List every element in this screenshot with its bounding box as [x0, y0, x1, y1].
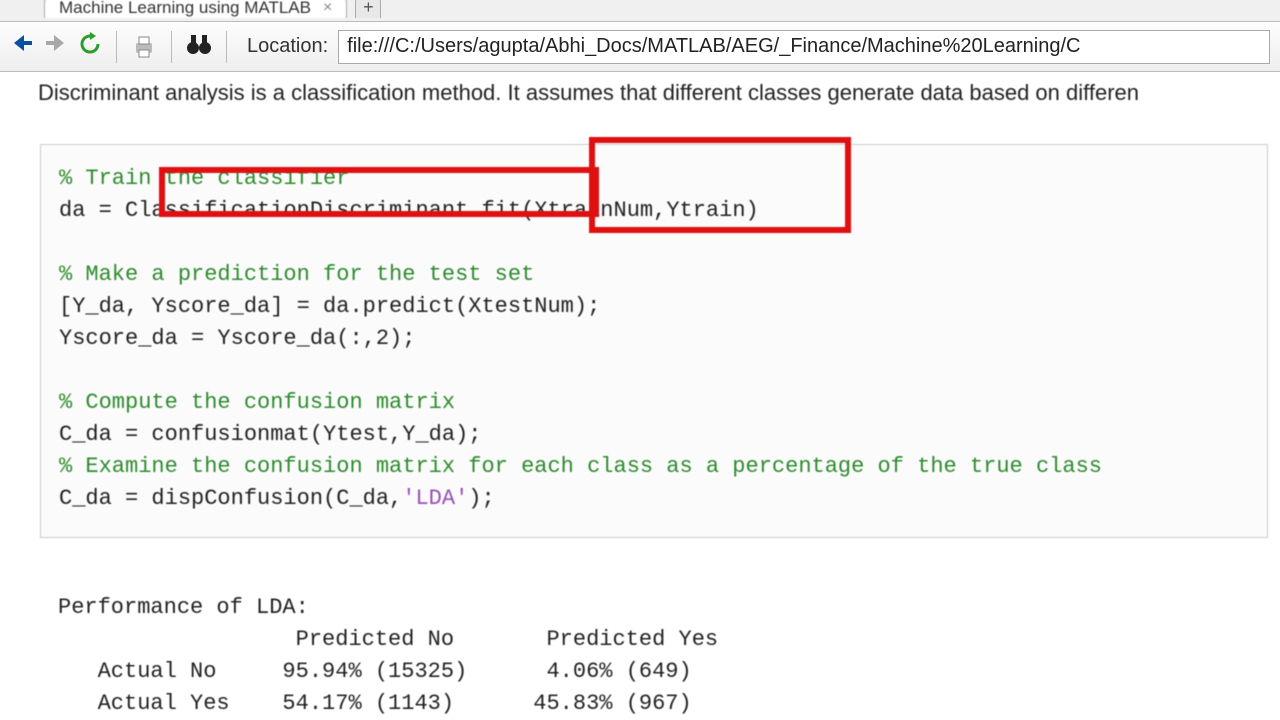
output-block: Performance of LDA: Predicted No Predict…	[58, 592, 1280, 720]
code-line: [Y_da, Yscore_da] = da.predict(XtestNum)…	[59, 291, 1249, 323]
browser-tab[interactable]: Machine Learning using MATLAB ×	[44, 0, 347, 18]
output-header: Predicted No Predicted Yes	[58, 627, 718, 652]
arrow-left-icon	[10, 31, 34, 55]
find-button[interactable]	[186, 33, 212, 61]
output-row: Actual No 95.94% (15325) 4.06% (649)	[58, 659, 692, 684]
code-text: C_da = dispConfusion(C_da,	[59, 486, 402, 511]
print-icon	[131, 34, 157, 60]
back-button[interactable]	[10, 31, 34, 62]
forward-button[interactable]	[44, 31, 68, 62]
tab-title: Machine Learning using MATLAB	[59, 0, 311, 18]
code-text: );	[468, 486, 494, 511]
separator	[116, 31, 117, 63]
close-icon[interactable]: ×	[323, 0, 332, 17]
code-comment: % Examine the confusion matrix for each …	[59, 454, 1102, 479]
print-button[interactable]	[131, 34, 157, 60]
reload-button[interactable]	[78, 32, 102, 62]
intro-paragraph: Discriminant analysis is a classificatio…	[0, 72, 1280, 106]
highlight-box-1	[159, 167, 599, 217]
code-comment: % Make a prediction for the test set	[59, 262, 534, 287]
output-title: Performance of LDA:	[58, 595, 309, 620]
tab-bar: Machine Learning using MATLAB × +	[0, 0, 1280, 22]
code-string: 'LDA'	[402, 486, 468, 511]
separator	[171, 31, 172, 63]
output-row: Actual Yes 54.17% (1143) 45.83% (967)	[58, 691, 692, 716]
reload-icon	[78, 32, 102, 56]
location-label: Location:	[247, 35, 328, 58]
code-line: Yscore_da = Yscore_da(:,2);	[59, 323, 1249, 355]
code-line: C_da = confusionmat(Ytest,Y_da);	[59, 419, 1249, 451]
toolbar: Location:	[0, 22, 1280, 72]
arrow-right-icon	[44, 31, 68, 55]
code-text: da =	[59, 198, 125, 223]
binoculars-icon	[186, 33, 212, 55]
separator	[226, 31, 227, 63]
new-tab-button[interactable]: +	[355, 0, 381, 18]
highlight-box-2	[589, 137, 851, 233]
location-input[interactable]	[338, 30, 1270, 64]
page-content: Discriminant analysis is a classificatio…	[0, 72, 1280, 720]
code-block: % Train the classifier da = Classificati…	[40, 144, 1268, 538]
code-comment: % Compute the confusion matrix	[59, 390, 455, 415]
